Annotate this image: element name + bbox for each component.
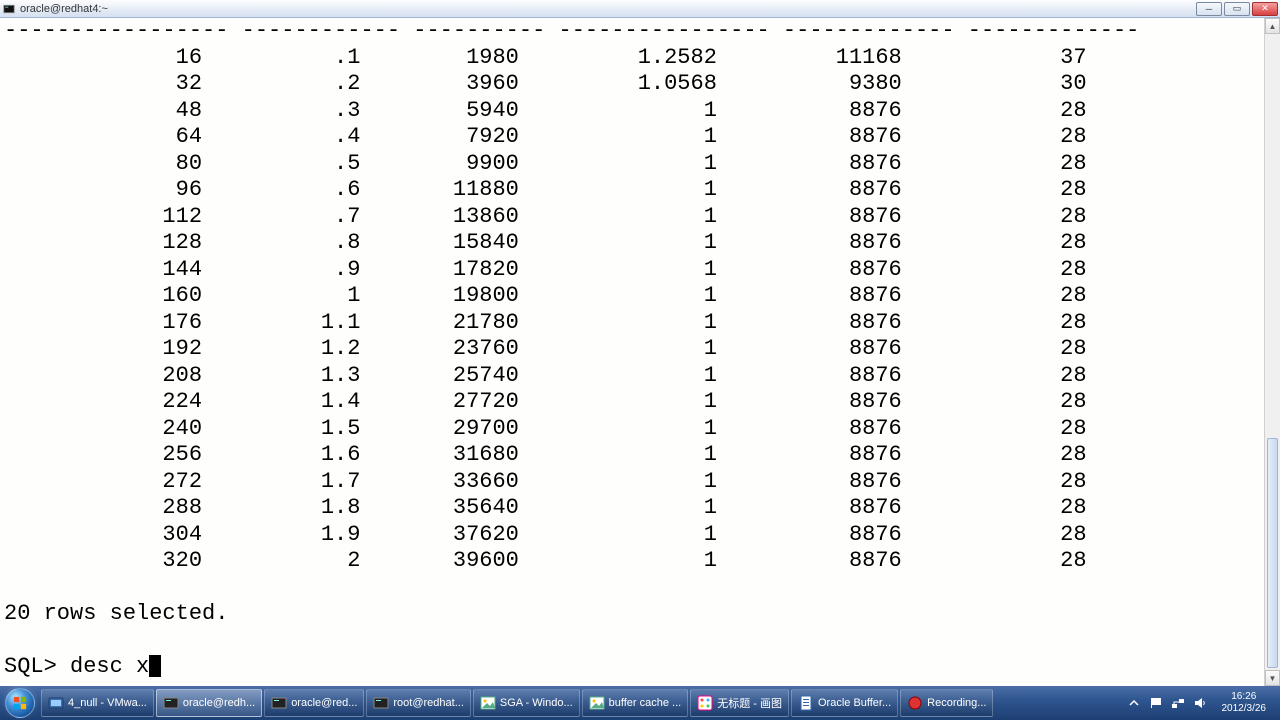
taskbar-item-label: 4_null - VMwa... bbox=[68, 697, 147, 709]
clock-date: 2012/3/26 bbox=[1222, 703, 1267, 715]
clock-time: 16:26 bbox=[1231, 691, 1256, 703]
taskbar-item-2[interactable]: oracle@red... bbox=[264, 689, 364, 717]
scroll-down-button[interactable]: ▼ bbox=[1265, 670, 1280, 686]
scroll-thumb[interactable] bbox=[1267, 438, 1278, 668]
taskbar-item-1[interactable]: oracle@redh... bbox=[156, 689, 262, 717]
record-icon bbox=[907, 695, 923, 711]
window-title: oracle@redhat4:~ bbox=[20, 3, 1196, 15]
taskbar-item-4[interactable]: SGA - Windo... bbox=[473, 689, 580, 717]
image-icon bbox=[589, 695, 605, 711]
vertical-scrollbar[interactable]: ▲ ▼ bbox=[1264, 18, 1280, 686]
taskbar-items: 4_null - VMwa... oracle@redh... oracle@red… bbox=[40, 686, 1120, 720]
doc-icon bbox=[798, 695, 814, 711]
titlebar: oracle@redhat4:~ ─ ▭ ✕ bbox=[0, 0, 1280, 18]
start-button[interactable] bbox=[0, 686, 40, 720]
taskbar-item-label: Oracle Buffer... bbox=[818, 697, 891, 709]
taskbar-item-5[interactable]: buffer cache ... bbox=[582, 689, 689, 717]
taskbar-item-3[interactable]: root@redhat... bbox=[366, 689, 470, 717]
taskbar-item-label: oracle@redh... bbox=[183, 697, 255, 709]
scroll-up-button[interactable]: ▲ bbox=[1265, 18, 1280, 34]
taskbar: 4_null - VMwa... oracle@redh... oracle@red… bbox=[0, 686, 1280, 720]
tray-volume-icon[interactable] bbox=[1192, 695, 1208, 711]
taskbar-item-label: buffer cache ... bbox=[609, 697, 682, 709]
taskbar-clock[interactable]: 16:26 2012/3/26 bbox=[1214, 691, 1275, 715]
system-tray: 16:26 2012/3/26 bbox=[1120, 686, 1280, 720]
taskbar-item-label: SGA - Windo... bbox=[500, 697, 573, 709]
taskbar-item-label: root@redhat... bbox=[393, 697, 463, 709]
paint-icon bbox=[697, 695, 713, 711]
taskbar-item-7[interactable]: Oracle Buffer... bbox=[791, 689, 898, 717]
terminal-output[interactable]: ----------------- ------------ ---------… bbox=[0, 18, 1264, 686]
tray-flag-icon[interactable] bbox=[1148, 695, 1164, 711]
image-icon bbox=[480, 695, 496, 711]
putty-icon bbox=[2, 2, 16, 16]
taskbar-item-label: 无标题 - 画图 bbox=[717, 695, 782, 711]
window-controls: ─ ▭ ✕ bbox=[1196, 2, 1278, 16]
terminal-cursor bbox=[149, 655, 161, 677]
taskbar-item-6[interactable]: 无标题 - 画图 bbox=[690, 689, 789, 717]
taskbar-item-label: Recording... bbox=[927, 697, 986, 709]
minimize-button[interactable]: ─ bbox=[1196, 2, 1222, 16]
taskbar-item-8[interactable]: Recording... bbox=[900, 689, 993, 717]
putty-icon bbox=[271, 695, 287, 711]
taskbar-item-0[interactable]: 4_null - VMwa... bbox=[41, 689, 154, 717]
putty-icon bbox=[373, 695, 389, 711]
vmware-icon bbox=[48, 695, 64, 711]
taskbar-item-label: oracle@red... bbox=[291, 697, 357, 709]
tray-chevron-icon[interactable] bbox=[1126, 695, 1142, 711]
maximize-button[interactable]: ▭ bbox=[1224, 2, 1250, 16]
windows-orb-icon bbox=[5, 688, 35, 718]
putty-icon bbox=[163, 695, 179, 711]
tray-network-icon[interactable] bbox=[1170, 695, 1186, 711]
close-button[interactable]: ✕ bbox=[1252, 2, 1278, 16]
